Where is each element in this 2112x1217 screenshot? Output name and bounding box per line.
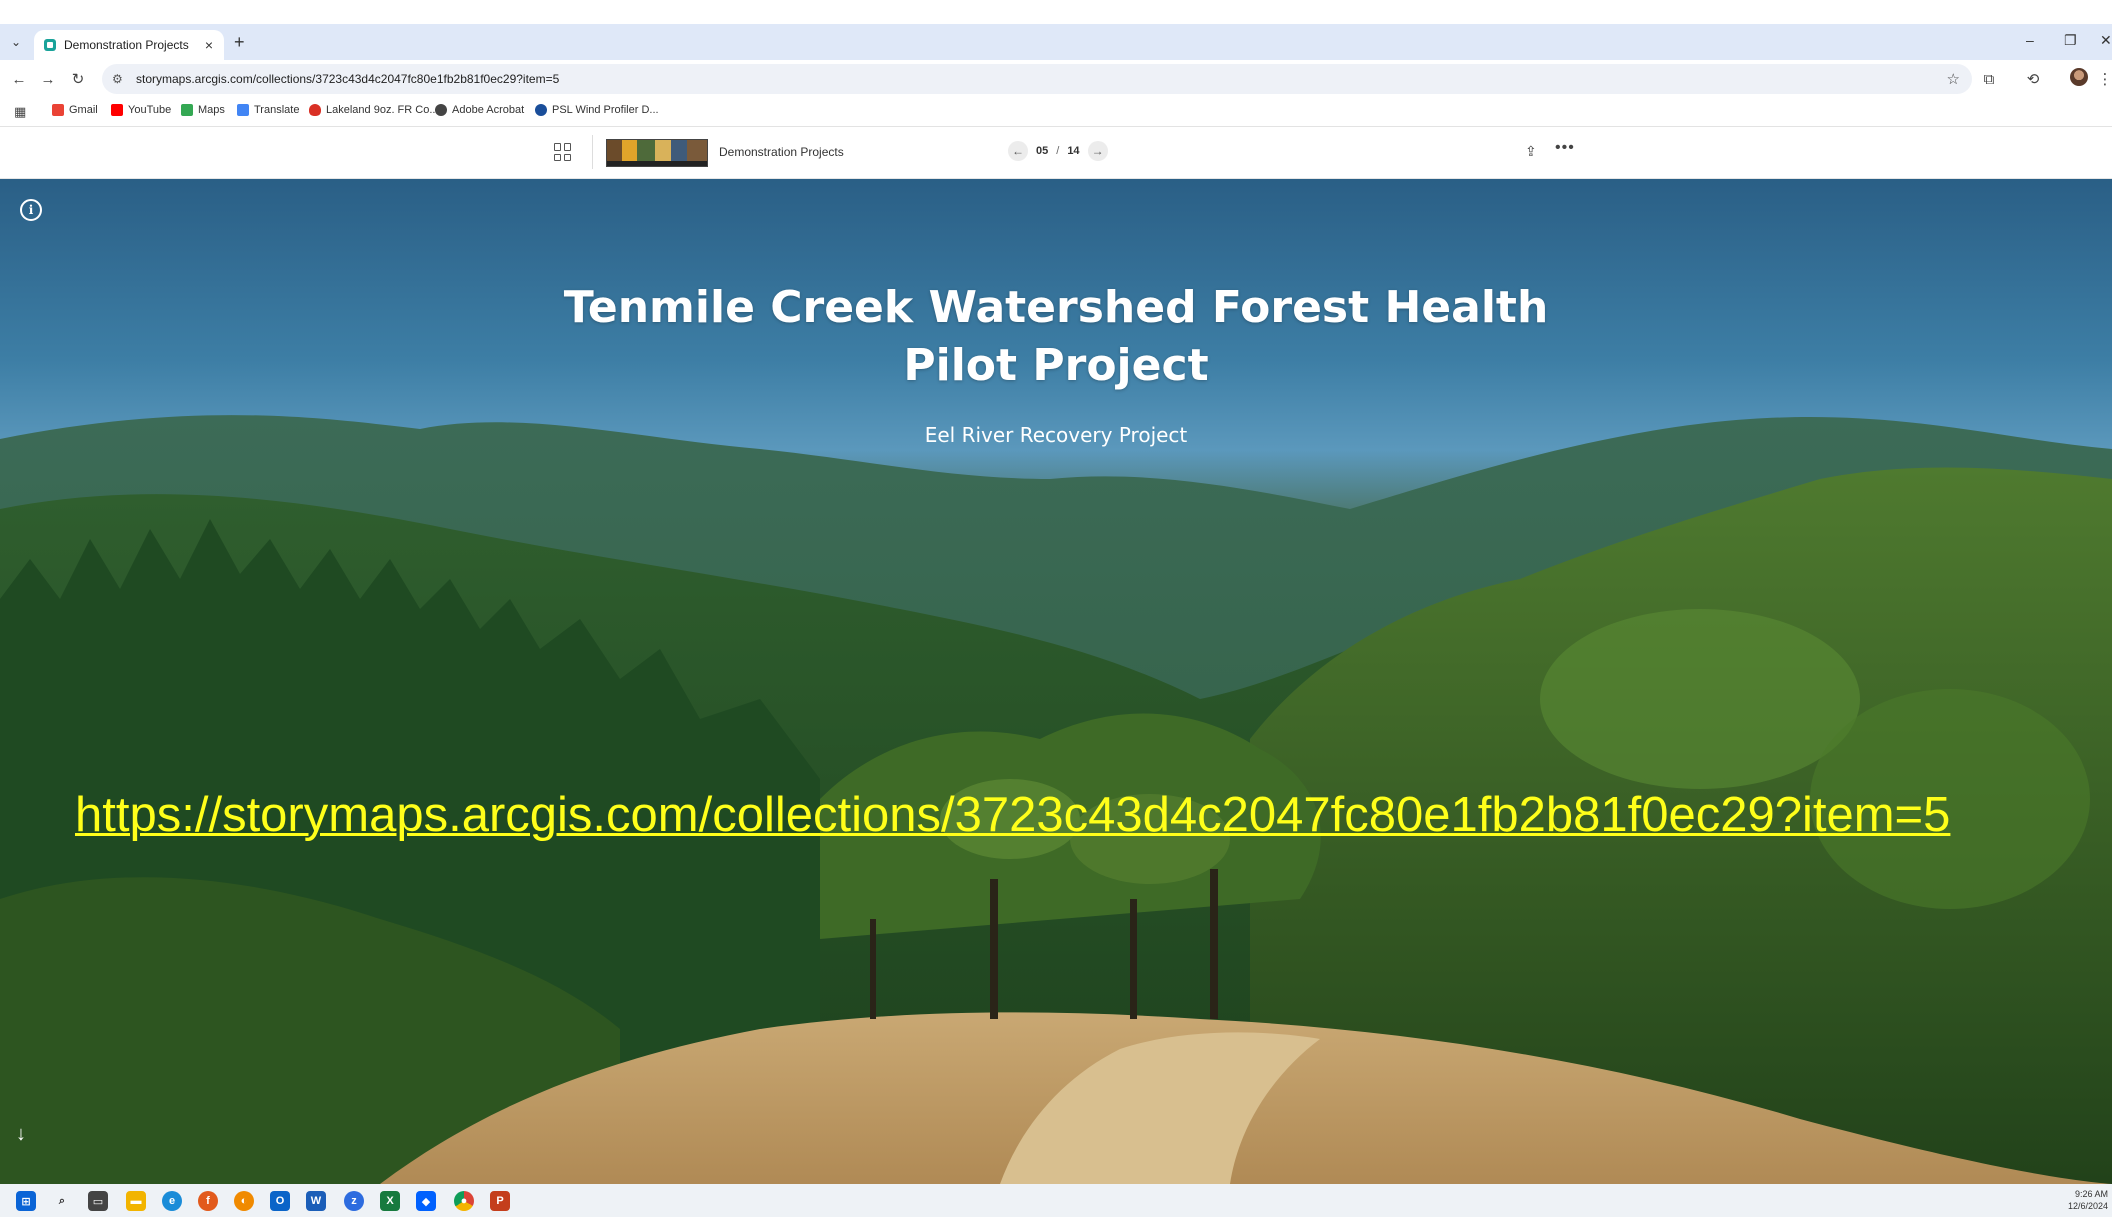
clock-date: 12/6/2024 [2067, 1201, 2108, 1211]
story-title-line-2: Pilot Project [903, 340, 1209, 391]
outlook-icon[interactable]: O [270, 1191, 290, 1211]
next-item-arrow-icon[interactable]: → [1087, 141, 1108, 161]
bookmark-youtube[interactable]: YouTube [111, 104, 171, 116]
close-window-button[interactable]: ✕ [2100, 32, 2112, 49]
browser-toolbar: ← → ↻ ⚙ storymaps.arcgis.com/collections… [0, 60, 2112, 98]
bookmark-label: PSL Wind Profiler D... [552, 104, 659, 116]
windows-start-icon[interactable]: ⊞ [16, 1191, 36, 1211]
storymaps-favicon-icon [44, 39, 56, 51]
hero-cover-image: i Tenmile Creek Watershed Forest Health … [0, 179, 2112, 1184]
story-title: Tenmile Creek Watershed Forest Health Pi… [456, 279, 1656, 395]
new-tab-button[interactable]: + [234, 32, 245, 53]
firefox-icon[interactable]: f [198, 1191, 218, 1211]
collection-grid-icon[interactable] [554, 143, 572, 161]
gmail-icon [52, 104, 64, 116]
address-bar[interactable]: ⚙ storymaps.arcgis.com/collections/3723c… [102, 64, 1972, 94]
bookmark-label: Maps [198, 104, 225, 116]
task-view-icon[interactable]: ▭ [88, 1191, 108, 1211]
tab-close-icon[interactable]: × [200, 37, 218, 53]
tab-title: Demonstration Projects [64, 38, 189, 52]
address-url[interactable]: storymaps.arcgis.com/collections/3723c43… [136, 72, 559, 86]
browser-menu-icon[interactable]: ⋮ [2094, 68, 2112, 90]
bookmark-gmail[interactable]: Gmail [52, 104, 98, 116]
bookmark-star-icon[interactable]: ☆ [1947, 70, 1960, 88]
bookmark-label: Lakeland 9oz. FR Co... [326, 104, 439, 116]
browser-tab-bar: ⌄ Demonstration Projects × + – ❐ ✕ [0, 24, 2112, 60]
excel-icon[interactable]: X [380, 1191, 400, 1211]
north-coast-resource-partnership-logo[interactable] [606, 139, 708, 167]
bookmark-psl-wind-profiler[interactable]: PSL Wind Profiler D... [535, 104, 659, 116]
bookmark-adobe-acrobat[interactable]: Adobe Acrobat [435, 104, 524, 116]
extensions-icon[interactable]: ⧉ [1978, 68, 2000, 90]
maps-icon [181, 104, 193, 116]
storymap-header: Demonstration Projects ← 05 / 14 → ⇪ ••• [0, 127, 2112, 179]
bookmark-lakeland[interactable]: Lakeland 9oz. FR Co... [309, 104, 439, 116]
search-icon[interactable]: ⌕ [52, 1191, 72, 1211]
browser-tab-active[interactable]: Demonstration Projects × [34, 30, 224, 60]
reload-icon[interactable]: ↻ [67, 68, 89, 90]
system-clock[interactable]: 9:26 AM 12/6/2024 [2068, 1188, 2108, 1212]
bookmark-maps[interactable]: Maps [181, 104, 225, 116]
collection-title: Demonstration Projects [719, 145, 844, 159]
story-title-line-1: Tenmile Creek Watershed Forest Health [563, 282, 1549, 333]
more-options-icon[interactable]: ••• [1555, 139, 1575, 157]
scroll-down-arrow-icon[interactable]: ↓ [16, 1123, 26, 1146]
history-icon[interactable]: ⟲ [2022, 68, 2044, 90]
youtube-icon [111, 104, 123, 116]
dropbox-icon[interactable]: ◆ [416, 1191, 436, 1211]
previous-item-arrow-icon[interactable]: ← [1008, 141, 1028, 161]
bookmark-label: Adobe Acrobat [452, 104, 525, 116]
translate-icon [237, 104, 249, 116]
top-strip [0, 0, 2112, 24]
item-pager: ← 05 / 14 → [1008, 141, 1108, 161]
word-icon[interactable]: W [306, 1191, 326, 1211]
clock-time: 9:26 AM [2074, 1189, 2108, 1199]
flame-icon [309, 104, 321, 116]
bookmark-label: Gmail [69, 104, 98, 116]
story-subtitle: Eel River Recovery Project [924, 423, 1188, 447]
info-icon[interactable]: i [20, 199, 42, 221]
minimize-button[interactable]: – [2026, 32, 2034, 48]
apps-grid-icon[interactable]: ▦ [14, 104, 26, 120]
bookmark-label: YouTube [128, 104, 172, 116]
windows-taskbar: ⊞ ⌕ ▭ ▬ e f ◐ O W z X ◆ ● P 9:26 AM 12/6… [0, 1184, 2112, 1217]
forward-arrow-icon[interactable]: → [37, 68, 59, 90]
bookmark-label: Translate [254, 104, 300, 116]
overlay-url-link[interactable]: https://storymaps.arcgis.com/collections… [75, 787, 2105, 843]
pager-separator: / [1056, 145, 1060, 157]
profile-avatar[interactable] [2070, 68, 2088, 86]
restore-button[interactable]: ❐ [2064, 32, 2077, 49]
total-items-number: 14 [1067, 145, 1080, 157]
globe-icon [435, 104, 447, 116]
browser-alt-icon[interactable]: ◐ [234, 1191, 254, 1211]
site-settings-icon[interactable]: ⚙ [112, 72, 128, 86]
bookmark-translate[interactable]: Translate [237, 104, 299, 116]
zoom-icon[interactable]: z [344, 1191, 364, 1211]
share-icon[interactable]: ⇪ [1525, 143, 1537, 160]
header-divider [592, 135, 593, 169]
back-arrow-icon[interactable]: ← [8, 68, 30, 90]
file-explorer-icon[interactable]: ▬ [126, 1191, 146, 1211]
tab-search-chevron-icon[interactable]: ⌄ [6, 32, 26, 52]
noaa-icon [535, 104, 547, 116]
chrome-icon[interactable]: ● [454, 1191, 474, 1211]
edge-icon[interactable]: e [162, 1191, 182, 1211]
bookmarks-bar: ▦ Gmail YouTube Maps Translate Lakeland … [0, 98, 2112, 127]
current-item-number: 05 [1036, 145, 1049, 157]
powerpoint-icon[interactable]: P [490, 1191, 510, 1211]
